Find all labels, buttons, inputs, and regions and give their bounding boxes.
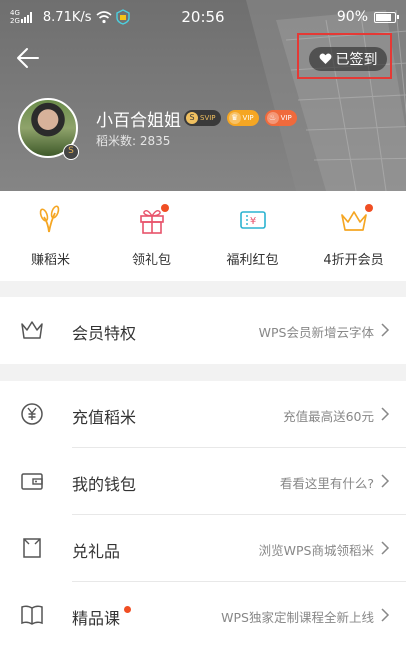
username: 小百合姐姐 [96, 111, 181, 131]
avatar-svip-badge: S [63, 144, 79, 160]
svip-coin-icon: S [186, 112, 198, 124]
quick-label: 赚稻米 [30, 253, 70, 268]
notification-dot [161, 204, 169, 212]
svg-text:¥: ¥ [250, 216, 256, 227]
row-subtitle: WPS独家定制课程全新上线 [221, 610, 374, 625]
vip-badge-label: VIP [242, 114, 254, 122]
red-envelope-icon: ¥ [240, 211, 266, 229]
chevron-right-icon [381, 323, 390, 337]
row-subtitle: 看看这里有什么? [279, 476, 374, 491]
crown-outline-icon [21, 321, 43, 339]
status-bar: 4G 2G 8.71K/s 20:56 90% [0, 0, 406, 34]
battery-percent: 90% [336, 9, 368, 25]
chevron-right-icon [381, 407, 390, 421]
quick-actions: 赚稻米 领礼包 ¥ 福利红包 4折开会员 [0, 191, 406, 281]
member-badges: S SVIP ♛ VIP ♨ VIP [184, 110, 297, 126]
row-title: 我的钱包 [72, 475, 137, 494]
row-subtitle: WPS会员新增云字体 [258, 325, 374, 340]
crown-icon: ♛ [228, 112, 241, 124]
chevron-right-icon [381, 608, 390, 622]
vip-flame-badge-label: VIP [280, 114, 292, 122]
signin-label: 已签到 [335, 52, 378, 68]
quick-gift-pack[interactable]: 领礼包 [101, 191, 202, 281]
svip-badge[interactable]: S SVIP [184, 110, 221, 126]
quick-member-discount[interactable]: 4折开会员 [303, 191, 404, 281]
row-premium-courses[interactable]: 精品课 WPS独家定制课程全新上线 [0, 582, 406, 645]
wheat-icon [39, 205, 60, 233]
svip-badge-label: SVIP [200, 114, 216, 122]
vip-flame-badge[interactable]: ♨ VIP [264, 110, 297, 126]
heart-icon [319, 53, 331, 64]
row-redeem-gifts[interactable]: 兑礼品 浏览WPS商城领稻米 [0, 515, 406, 582]
wallet-icon [21, 473, 43, 490]
quick-label: 福利红包 [226, 253, 279, 268]
bag-icon [23, 538, 41, 558]
row-subtitle: 充值最高送60元 [283, 409, 374, 424]
back-arrow-icon[interactable] [14, 44, 42, 72]
quick-earn-rice[interactable]: 赚稻米 [0, 191, 101, 281]
row-member-privileges[interactable]: 会员特权 WPS会员新增云字体 [0, 297, 406, 364]
row-recharge-rice[interactable]: 充值稻米 充值最高送60元 [0, 381, 406, 448]
battery-icon [374, 11, 399, 23]
chevron-right-icon [381, 541, 390, 555]
quick-red-envelope[interactable]: ¥ 福利红包 [202, 191, 303, 281]
flame-icon: ♨ [266, 112, 279, 124]
row-title: 兑礼品 [72, 542, 121, 561]
quick-label: 4折开会员 [323, 253, 384, 268]
book-icon [21, 605, 43, 625]
row-title: 会员特权 [72, 324, 137, 343]
row-title: 精品课 [72, 609, 121, 628]
notification-dot [124, 606, 131, 613]
notification-dot [365, 204, 373, 212]
signin-button[interactable]: 已签到 [309, 47, 387, 71]
profile-header: 4G 2G 8.71K/s 20:56 90% 已签到 S 小百合姐姐 S SV… [0, 0, 406, 191]
rice-count: 稻米数: 2835 [96, 134, 171, 148]
row-my-wallet[interactable]: 我的钱包 看看这里有什么? [0, 448, 406, 515]
row-subtitle: 浏览WPS商城领稻米 [258, 543, 374, 558]
row-title: 充值稻米 [72, 408, 137, 427]
chevron-right-icon [381, 474, 390, 488]
yen-icon [21, 403, 43, 425]
vip-crown-badge[interactable]: ♛ VIP [226, 110, 259, 126]
quick-label: 领礼包 [131, 253, 171, 268]
